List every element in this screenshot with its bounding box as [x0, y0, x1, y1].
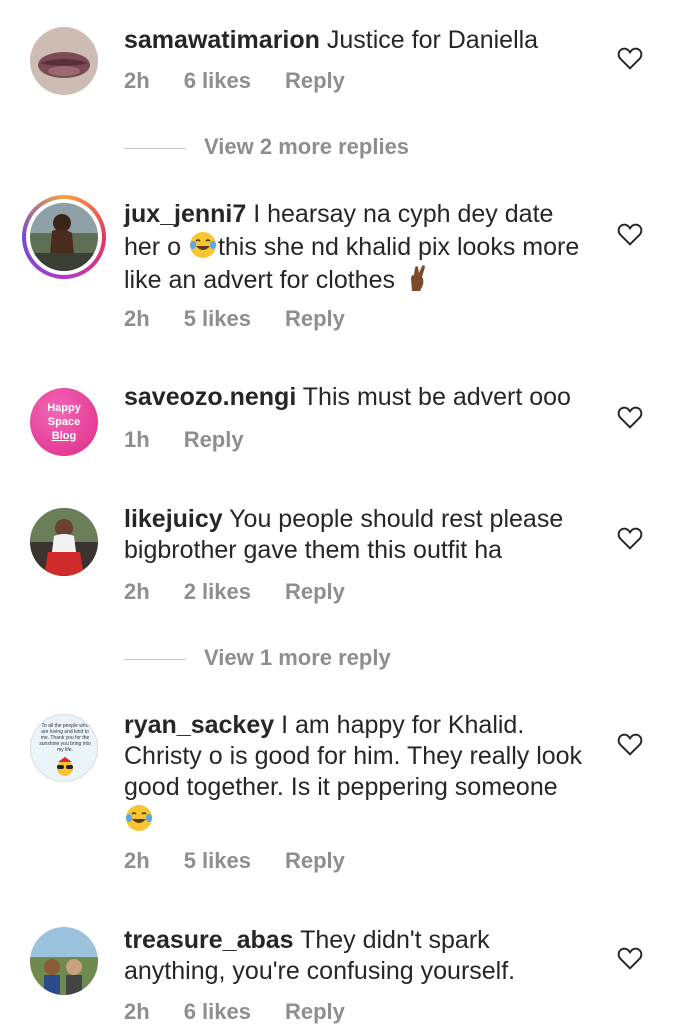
view-replies-label[interactable]: View 2 more replies [204, 134, 409, 159]
tears-of-joy-emoji [189, 232, 216, 258]
comment-likes[interactable]: 6 likes [184, 999, 251, 1024]
reply-button[interactable]: Reply [285, 848, 345, 873]
reply-button[interactable]: Reply [285, 68, 345, 93]
comment-time: 2h [124, 306, 150, 331]
avatar[interactable] [30, 927, 98, 995]
comment-meta: 1h Reply [124, 427, 278, 453]
view-more-replies[interactable]: View 2 more replies [124, 134, 409, 160]
view-more-replies[interactable]: View 1 more reply [124, 645, 391, 671]
comment-username[interactable]: jux_jenni7 [124, 200, 246, 228]
comment-username[interactable]: treasure_abas [124, 926, 294, 954]
heart-outline-icon[interactable] [617, 222, 643, 246]
avatar[interactable]: To all the people who are loving and kin… [30, 714, 98, 782]
comment-username[interactable]: likejuicy [124, 505, 223, 533]
crossed-fingers-emoji [410, 265, 425, 291]
divider-line [124, 658, 186, 660]
comment-likes[interactable]: 6 likes [184, 68, 251, 93]
avatar[interactable] [30, 27, 98, 95]
comment-meta: 2h 6 likes Reply [124, 999, 379, 1025]
comment-time: 2h [124, 579, 150, 604]
comment-meta: 2h 2 likes Reply [124, 579, 379, 605]
heart-outline-icon[interactable] [617, 46, 643, 70]
avatar[interactable] [22, 195, 106, 279]
heart-outline-icon[interactable] [617, 732, 643, 756]
sunglasses-emoji [57, 757, 73, 776]
comment-body: This must be advert ooo [302, 383, 571, 411]
comment-meta: 2h 5 likes Reply [124, 848, 379, 874]
comment-likes[interactable]: 5 likes [184, 306, 251, 331]
avatar[interactable] [30, 508, 98, 576]
comment-text: likejuicy You people should rest please … [124, 504, 594, 566]
comment-time: 1h [124, 427, 150, 452]
comment-time: 2h [124, 848, 150, 873]
comment-username[interactable]: saveozo.nengi [124, 383, 296, 411]
reply-button[interactable]: Reply [184, 427, 244, 452]
heart-outline-icon[interactable] [617, 946, 643, 970]
reply-button[interactable]: Reply [285, 999, 345, 1024]
comment-username[interactable]: samawatimarion [124, 26, 320, 54]
comment-likes[interactable]: 5 likes [184, 848, 251, 873]
comment-text: jux_jenni7 I hearsay na cyph dey date he… [124, 199, 594, 296]
comment-likes[interactable]: 2 likes [184, 579, 251, 604]
reply-button[interactable]: Reply [285, 579, 345, 604]
comment-time: 2h [124, 68, 150, 93]
comment-body: Justice for Daniella [326, 26, 539, 54]
heart-outline-icon[interactable] [617, 405, 643, 429]
divider-line [124, 147, 186, 149]
view-replies-label[interactable]: View 1 more reply [204, 645, 391, 670]
comment-meta: 2h 6 likes Reply [124, 68, 379, 94]
reply-button[interactable]: Reply [285, 306, 345, 331]
comment-text: samawatimarion Justice for Daniella [124, 25, 594, 56]
comment-time: 2h [124, 999, 150, 1024]
avatar-photo [30, 203, 98, 271]
comment-text: saveozo.nengi This must be advert ooo [124, 382, 594, 413]
comment-text: ryan_sackey I am happy for Khalid. Chris… [124, 710, 594, 836]
avatar[interactable]: Happy Space Blog [30, 388, 98, 456]
avatar-quote-text: To all the people who are loving and kin… [39, 723, 91, 753]
tears-of-joy-emoji [126, 805, 152, 831]
avatar-logo-text: Happy Space Blog [47, 402, 81, 442]
heart-outline-icon[interactable] [617, 526, 643, 550]
comment-meta: 2h 5 likes Reply [124, 306, 379, 332]
comment-username[interactable]: ryan_sackey [124, 711, 274, 739]
comment-text: treasure_abas They didn't spark anything… [124, 925, 594, 987]
